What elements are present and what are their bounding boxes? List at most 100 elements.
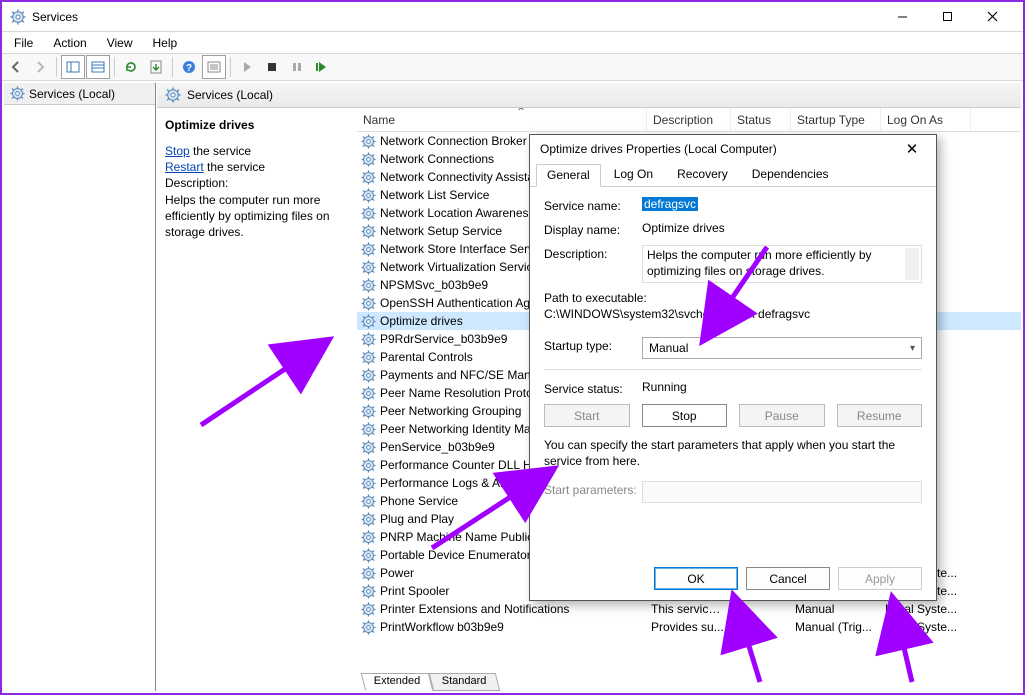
label-start-params: Start parameters:	[544, 481, 642, 497]
pane-header-title: Services (Local)	[187, 88, 273, 102]
menu-bar: File Action View Help	[2, 32, 1023, 53]
service-icon	[361, 620, 376, 635]
services-icon	[10, 86, 25, 101]
service-icon	[361, 332, 376, 347]
service-icon	[361, 422, 376, 437]
tree-item-services-local[interactable]: Services (Local)	[4, 83, 155, 105]
menu-view[interactable]: View	[99, 34, 141, 52]
service-name: Phone Service	[380, 494, 458, 508]
service-icon	[361, 314, 376, 329]
tab-extended[interactable]: Extended	[361, 673, 434, 691]
resume-button: Resume	[837, 404, 923, 427]
service-icon	[361, 134, 376, 149]
value-display-name: Optimize drives	[642, 221, 922, 235]
menu-action[interactable]: Action	[45, 34, 94, 52]
description-label: Description:	[165, 176, 349, 190]
dialog-tab-recovery[interactable]: Recovery	[666, 163, 739, 186]
service-name: Network Store Interface Service	[380, 242, 549, 256]
dialog-close-button[interactable]: ✕	[898, 138, 926, 160]
restart-service-link[interactable]: Restart	[165, 160, 204, 174]
back-button[interactable]	[4, 55, 28, 79]
service-startup: Manual	[791, 602, 881, 616]
service-icon	[361, 368, 376, 383]
close-button[interactable]	[970, 3, 1015, 31]
export-button[interactable]	[144, 55, 168, 79]
show-hide-tree-button[interactable]	[61, 55, 85, 79]
menu-file[interactable]: File	[6, 34, 41, 52]
column-logon-as[interactable]: Log On As	[881, 108, 971, 131]
service-icon	[361, 350, 376, 365]
dialog-tab-general[interactable]: General	[536, 164, 601, 187]
start-params-note: You can specify the start parameters tha…	[544, 437, 922, 469]
service-name: Network Connectivity Assistant	[380, 170, 544, 184]
restart-service-button[interactable]	[310, 55, 334, 79]
label-description: Description:	[544, 245, 642, 261]
service-name: Performance Logs & Alerts	[380, 476, 523, 490]
service-icon	[361, 260, 376, 275]
stop-button[interactable]: Stop	[642, 404, 728, 427]
forward-button[interactable]	[28, 55, 52, 79]
service-icon	[361, 152, 376, 167]
dialog-tab-dependencies[interactable]: Dependencies	[741, 163, 840, 186]
service-name: Performance Counter DLL Host	[380, 458, 548, 472]
service-name: Network Connections	[380, 152, 494, 166]
startup-type-combobox[interactable]: Manual ▾	[642, 337, 922, 359]
label-path: Path to executable:	[544, 291, 922, 305]
service-icon	[361, 494, 376, 509]
help-button[interactable]: ?	[177, 55, 201, 79]
service-name: Network Location Awareness	[380, 206, 535, 220]
scroll-up-icon[interactable]: ▲	[908, 247, 917, 259]
service-name: OpenSSH Authentication Agent	[380, 296, 547, 310]
service-icon	[361, 440, 376, 455]
service-icon	[361, 242, 376, 257]
description-text: Helps the computer run more efficiently …	[165, 192, 349, 241]
dialog-tab-logon[interactable]: Log On	[603, 163, 664, 186]
services-icon	[165, 87, 181, 103]
tab-standard[interactable]: Standard	[429, 673, 500, 691]
tree-item-label: Services (Local)	[29, 87, 115, 101]
label-service-name: Service name:	[544, 197, 642, 213]
toolbar: ?	[2, 53, 1023, 81]
service-icon	[361, 566, 376, 581]
column-status[interactable]: Status	[731, 108, 791, 131]
value-description[interactable]: Helps the computer run more efficiently …	[642, 245, 922, 283]
service-row[interactable]: Printer Extensions and NotificationsThis…	[357, 600, 1021, 618]
service-icon	[361, 278, 376, 293]
ok-button[interactable]: OK	[654, 567, 738, 590]
service-icon	[361, 530, 376, 545]
column-name[interactable]: Name	[357, 108, 647, 131]
column-description[interactable]: Description	[647, 108, 731, 131]
start-service-button[interactable]	[235, 55, 259, 79]
maximize-button[interactable]	[925, 3, 970, 31]
value-service-name[interactable]: defragsvc	[642, 197, 698, 211]
service-name: PenService_b03b9e9	[380, 440, 495, 454]
service-startup: Manual (Trig...	[791, 620, 881, 634]
pause-service-button[interactable]	[285, 55, 309, 79]
cancel-button[interactable]: Cancel	[746, 567, 830, 590]
label-startup-type: Startup type:	[544, 337, 642, 353]
title-bar: Services	[2, 2, 1023, 32]
selected-service-title: Optimize drives	[165, 118, 349, 132]
stop-service-link[interactable]: Stop	[165, 144, 190, 158]
service-icon	[361, 296, 376, 311]
chevron-down-icon: ▾	[910, 343, 915, 354]
view-tabs: Extended Standard	[357, 673, 1021, 691]
menu-help[interactable]: Help	[145, 34, 186, 52]
properties-button[interactable]	[202, 55, 226, 79]
refresh-button[interactable]	[119, 55, 143, 79]
service-row[interactable]: PrintWorkflow b03b9e9Provides su...Manua…	[357, 618, 1021, 636]
properties-dialog: Optimize drives Properties (Local Comput…	[529, 134, 937, 601]
start-button: Start	[544, 404, 630, 427]
stop-service-button[interactable]	[260, 55, 284, 79]
service-icon	[361, 188, 376, 203]
scroll-down-icon[interactable]: ▼	[908, 269, 917, 281]
service-icon	[361, 512, 376, 527]
export-list-button[interactable]	[86, 55, 110, 79]
service-name: Printer Extensions and Notifications	[380, 602, 569, 616]
column-startup-type[interactable]: Startup Type	[791, 108, 881, 131]
service-name: PrintWorkflow b03b9e9	[380, 620, 504, 634]
minimize-button[interactable]	[880, 3, 925, 31]
label-service-status: Service status:	[544, 380, 642, 396]
start-params-input	[642, 481, 922, 503]
service-logon: Local Syste...	[881, 602, 971, 616]
